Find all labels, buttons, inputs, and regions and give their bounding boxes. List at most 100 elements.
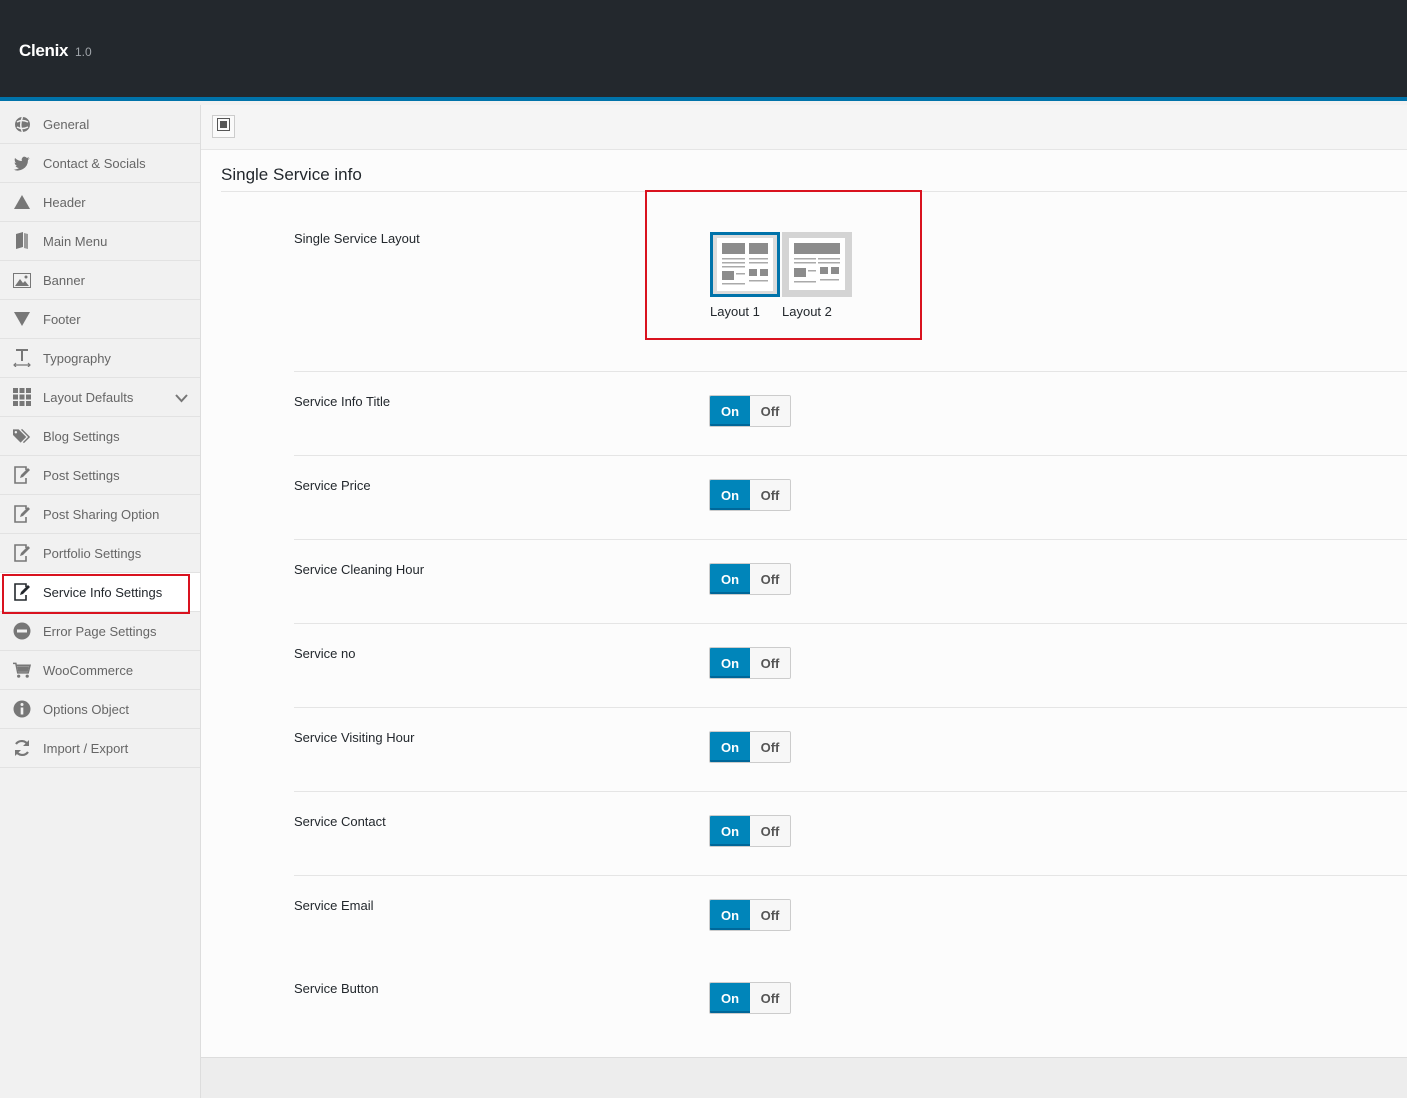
triangle-up-icon bbox=[13, 193, 31, 211]
sidebar-item-contact-socials[interactable]: Contact & Socials bbox=[0, 144, 200, 183]
switch-off-button[interactable]: Off bbox=[750, 983, 790, 1013]
service-price-switch[interactable]: On Off bbox=[709, 479, 791, 511]
sidebar-item-label: Banner bbox=[43, 272, 85, 288]
switch-on-button[interactable]: On bbox=[710, 900, 750, 930]
minus-circle-icon bbox=[13, 622, 31, 640]
sidebar-item-label: Portfolio Settings bbox=[43, 545, 142, 561]
row-divider bbox=[294, 875, 1407, 876]
sidebar-item-error-page-settings[interactable]: Error Page Settings bbox=[0, 612, 200, 651]
main-panel: Single Service info Single Service Layou… bbox=[201, 105, 1407, 1057]
service-info-title-switch[interactable]: On Off bbox=[709, 395, 791, 427]
field-label: Service Contact bbox=[294, 814, 386, 829]
layout-picker-highlight: Layout 1 Layout 2 bbox=[645, 190, 922, 340]
field-label: Service Cleaning Hour bbox=[294, 562, 425, 577]
chevron-down-icon[interactable] bbox=[175, 390, 188, 408]
sidebar-item-service-info-settings[interactable]: Service Info Settings bbox=[0, 573, 200, 614]
switch-off-button[interactable]: Off bbox=[750, 900, 790, 930]
sidebar-item-label: Service Info Settings bbox=[43, 584, 163, 600]
sidebar-item-label: Post Settings bbox=[43, 467, 120, 483]
row-divider bbox=[294, 455, 1407, 456]
sidebar-item-main-menu[interactable]: Main Menu bbox=[0, 222, 200, 261]
switch-on-button[interactable]: On bbox=[710, 564, 750, 594]
edit-icon bbox=[13, 466, 31, 484]
sidebar-item-options-object[interactable]: Options Object bbox=[0, 690, 200, 729]
service-button-switch[interactable]: On Off bbox=[709, 982, 791, 1014]
service-cleaning-hour-switch[interactable]: On Off bbox=[709, 563, 791, 595]
field-label: Service no bbox=[294, 646, 356, 661]
sidebar-item-label: Main Menu bbox=[43, 233, 108, 249]
sidebar-item-woocommerce[interactable]: WooCommerce bbox=[0, 651, 200, 690]
edit-icon bbox=[13, 583, 31, 601]
image-icon bbox=[13, 271, 31, 289]
panel-icon bbox=[217, 117, 230, 136]
service-contact-switch[interactable]: On Off bbox=[709, 815, 791, 847]
info-icon bbox=[13, 700, 31, 718]
switch-on-button[interactable]: On bbox=[710, 816, 750, 846]
switch-on-button[interactable]: On bbox=[710, 648, 750, 678]
switch-on-button[interactable]: On bbox=[710, 732, 750, 762]
row-divider bbox=[294, 707, 1407, 708]
top-bar: Clenix 1.0 bbox=[0, 0, 1407, 101]
switch-off-button[interactable]: Off bbox=[750, 816, 790, 846]
sidebar-item-label: Typography bbox=[43, 350, 111, 366]
sidebar-item-footer[interactable]: Footer bbox=[0, 300, 200, 339]
field-label: Service Info Title bbox=[294, 394, 391, 409]
switch-on-button[interactable]: On bbox=[710, 983, 750, 1013]
switch-off-button[interactable]: Off bbox=[750, 732, 790, 762]
field-label: Service Email bbox=[294, 898, 374, 913]
sidebar: General Contact & Socials Header Main Me… bbox=[0, 105, 201, 1098]
layout-option-1-caption: Layout 1 bbox=[710, 304, 760, 319]
service-visiting-hour-switch[interactable]: On Off bbox=[709, 731, 791, 763]
app-version: 1.0 bbox=[75, 45, 92, 59]
sidebar-item-label: Blog Settings bbox=[43, 428, 120, 444]
row-divider bbox=[294, 791, 1407, 792]
row-divider bbox=[294, 623, 1407, 624]
triangle-down-icon bbox=[13, 310, 31, 328]
sidebar-item-layout-defaults[interactable]: Layout Defaults bbox=[0, 378, 200, 417]
switch-off-button[interactable]: Off bbox=[750, 564, 790, 594]
sidebar-item-post-settings[interactable]: Post Settings bbox=[0, 456, 200, 495]
sidebar-item-blog-settings[interactable]: Blog Settings bbox=[0, 417, 200, 456]
sidebar-item-banner[interactable]: Banner bbox=[0, 261, 200, 300]
layout-option-2-caption: Layout 2 bbox=[782, 304, 832, 319]
field-label: Service Visiting Hour bbox=[294, 730, 415, 745]
sidebar-item-label: Import / Export bbox=[43, 740, 129, 756]
service-email-switch[interactable]: On Off bbox=[709, 899, 791, 931]
text-icon bbox=[13, 349, 31, 367]
sidebar-item-label: Error Page Settings bbox=[43, 623, 157, 639]
sidebar-item-typography[interactable]: Typography bbox=[0, 339, 200, 378]
switch-off-button[interactable]: Off bbox=[750, 396, 790, 426]
layout-option-1[interactable] bbox=[710, 232, 780, 297]
sidebar-item-label: Layout Defaults bbox=[43, 389, 134, 405]
expand-toggle-button[interactable] bbox=[212, 115, 235, 138]
cart-icon bbox=[13, 661, 31, 679]
globe-icon bbox=[13, 115, 31, 133]
row-divider bbox=[294, 371, 1407, 372]
switch-off-button[interactable]: Off bbox=[750, 648, 790, 678]
sidebar-item-label: WooCommerce bbox=[43, 662, 134, 678]
switch-off-button[interactable]: Off bbox=[750, 480, 790, 510]
twitter-icon bbox=[13, 154, 31, 172]
layout-option-2[interactable] bbox=[782, 232, 852, 297]
sidebar-item-general[interactable]: General bbox=[0, 105, 200, 144]
refresh-icon bbox=[13, 739, 31, 757]
layout-2-thumbnail-icon bbox=[789, 238, 845, 290]
switch-on-button[interactable]: On bbox=[710, 480, 750, 510]
app-title: Clenix bbox=[19, 41, 69, 60]
field-label: Service Button bbox=[294, 981, 379, 996]
sidebar-item-import-export[interactable]: Import / Export bbox=[0, 729, 200, 768]
sidebar-item-header[interactable]: Header bbox=[0, 183, 200, 222]
switch-on-button[interactable]: On bbox=[710, 396, 750, 426]
field-label: Single Service Layout bbox=[294, 231, 420, 246]
section-title: Single Service info bbox=[221, 165, 362, 184]
sidebar-item-portfolio-settings[interactable]: Portfolio Settings bbox=[0, 534, 200, 573]
row-divider bbox=[294, 539, 1407, 540]
tags-icon bbox=[13, 427, 31, 445]
service-no-switch[interactable]: On Off bbox=[709, 647, 791, 679]
edit-icon bbox=[13, 505, 31, 523]
edit-icon bbox=[13, 544, 31, 562]
footer-bar bbox=[201, 1057, 1407, 1098]
sidebar-item-label: Header bbox=[43, 194, 86, 210]
toolbar bbox=[201, 105, 1407, 150]
sidebar-item-post-sharing-option[interactable]: Post Sharing Option bbox=[0, 495, 200, 534]
